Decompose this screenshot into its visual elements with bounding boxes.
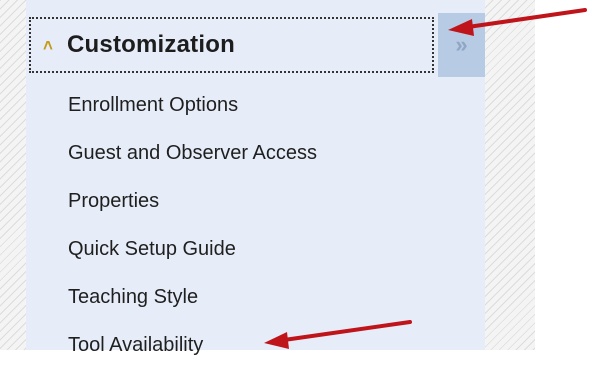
menu-item-teaching-style[interactable]: Teaching Style [68, 282, 317, 330]
double-chevron-up-icon: ˄ [43, 35, 53, 55]
customization-menu: Enrollment Options Guest and Observer Ac… [68, 90, 317, 378]
menu-item-properties[interactable]: Properties [68, 186, 317, 234]
customization-toggle[interactable]: ˄ Customization [29, 17, 434, 73]
double-chevron-right-icon: » [455, 32, 468, 57]
menu-item-enrollment-options[interactable]: Enrollment Options [68, 90, 317, 138]
menu-item-guest-observer-access[interactable]: Guest and Observer Access [68, 138, 317, 186]
section-title: Customization [67, 31, 235, 58]
menu-item-quick-setup-guide[interactable]: Quick Setup Guide [68, 234, 317, 282]
expand-tab[interactable]: » [438, 13, 485, 77]
menu-item-tool-availability[interactable]: Tool Availability [68, 330, 317, 378]
customization-section-header: ˄ Customization » [26, 13, 485, 77]
